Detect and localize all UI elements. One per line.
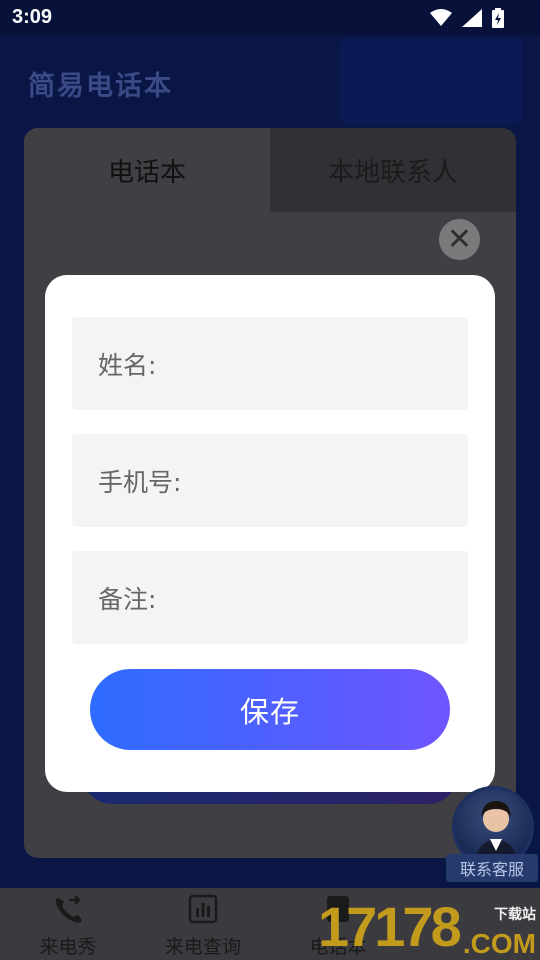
site-watermark: 17178 下载站 .COM: [318, 895, 540, 960]
name-label: 姓名:: [98, 350, 157, 380]
status-bar: 3:09: [0, 0, 540, 36]
watermark-number: 17178: [318, 895, 462, 958]
phone-field[interactable]: 手机号:: [72, 434, 468, 527]
header-illustration: [340, 38, 522, 124]
tab-local-contacts[interactable]: 本地联系人: [270, 128, 516, 212]
watermark-text: 下载站: [494, 907, 536, 923]
save-button[interactable]: 保存: [90, 669, 450, 750]
status-time: 3:09: [12, 6, 53, 28]
customer-service-widget[interactable]: 联系客服: [446, 786, 538, 884]
phone-label: 手机号:: [98, 467, 182, 497]
nav-label-call-show: 来电秀: [39, 936, 97, 958]
nav-label-call-lookup: 来电查询: [164, 936, 241, 958]
watermark-domain: .COM: [462, 928, 536, 959]
chart-icon: [188, 894, 218, 928]
phone-transfer-icon: [51, 894, 85, 928]
name-field[interactable]: 姓名:: [72, 317, 468, 410]
close-button[interactable]: ✕: [439, 219, 480, 260]
add-contact-dialog: 姓名: 手机号: 备注: 保存: [45, 275, 495, 792]
signal-icon: [462, 9, 482, 31]
tab-phonebook[interactable]: 电话本: [24, 128, 270, 212]
support-label: 联系客服: [446, 854, 538, 882]
nav-item-call-show[interactable]: 来电秀: [8, 894, 128, 958]
status-icons: [430, 8, 504, 32]
close-icon: ✕: [446, 221, 473, 257]
battery-icon: [492, 8, 504, 32]
wifi-icon: [430, 9, 452, 31]
nav-item-call-lookup[interactable]: 来电查询: [143, 894, 263, 958]
note-field[interactable]: 备注:: [72, 551, 468, 644]
app-title: 简易电话本: [28, 71, 173, 102]
note-label: 备注:: [98, 584, 157, 614]
